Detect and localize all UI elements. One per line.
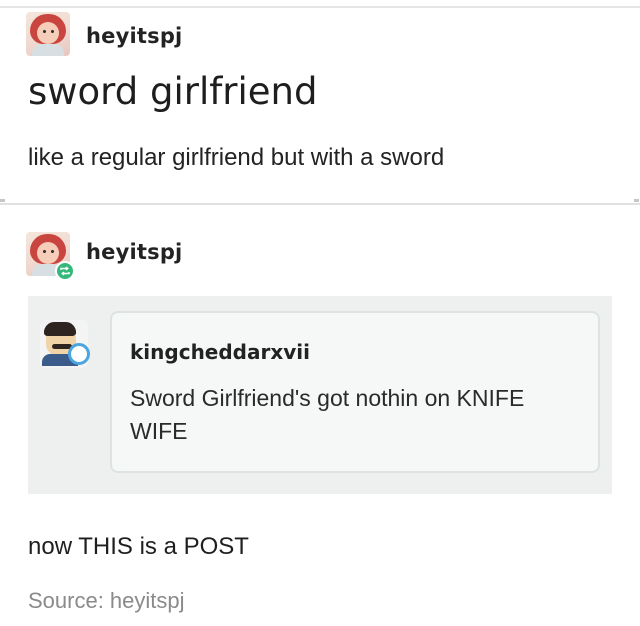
avatar-face (37, 242, 59, 264)
top-divider (0, 6, 640, 8)
avatar-eye (51, 250, 54, 253)
quoted-badge-icon (68, 343, 90, 365)
quoted-text: Sword Girlfriend's got nothin on KNIFE W… (130, 385, 525, 444)
avatar-shirt (32, 44, 64, 56)
reblog-icon (55, 261, 75, 281)
section-divider (0, 203, 640, 205)
op-avatar[interactable] (26, 12, 70, 56)
quoted-username[interactable]: kingcheddarxvii (130, 340, 310, 364)
divider-tick (0, 199, 5, 202)
avatar-eye (43, 250, 46, 253)
reblog-arrows-icon (60, 266, 70, 276)
avatar-eye (43, 30, 46, 33)
avatar-face (37, 22, 59, 44)
reblogger-username[interactable]: heyitspj (86, 240, 182, 264)
avatar-hair-top (44, 322, 76, 336)
post-title: sword girlfriend (28, 70, 318, 113)
divider-tick (634, 199, 639, 202)
op-username[interactable]: heyitspj (86, 24, 182, 48)
post-body: like a regular girlfriend but with a swo… (28, 144, 445, 171)
reblog-comment: now THIS is a POST (28, 533, 249, 560)
post-source-link[interactable]: Source: heyitspj (28, 588, 185, 614)
avatar-eye (51, 30, 54, 33)
